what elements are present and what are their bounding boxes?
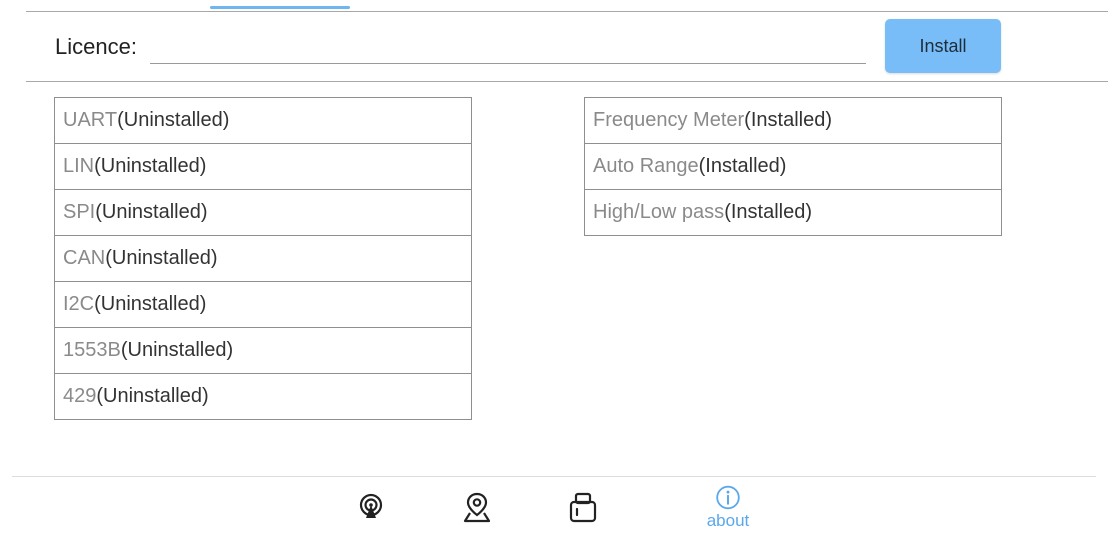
wifi-signal-icon [359,493,383,518]
module-name: SPI [63,201,96,223]
module-status: (Uninstalled) [96,385,209,407]
nav-item-location[interactable] [447,484,507,530]
nav-item-about[interactable]: about [698,484,758,530]
module-row-frequency-meter[interactable]: Frequency Meter (Installed) [585,98,1001,144]
module-row-429[interactable]: 429 (Uninstalled) [55,374,471,419]
module-row-i2c[interactable]: I2C (Uninstalled) [55,282,471,328]
module-name: LIN [63,155,95,177]
install-button[interactable]: Install [885,19,1001,73]
module-name: 1553B [63,339,121,361]
location-pin-icon [463,492,491,523]
module-row-1553b[interactable]: 1553B (Uninstalled) [55,328,471,374]
module-status: (Uninstalled) [95,201,208,223]
licence-label: Licence: [55,34,137,59]
nav-item-signal[interactable] [341,484,401,530]
info-icon [716,485,740,510]
module-status: (Uninstalled) [94,155,207,177]
uninstalled-module-list: UART (Uninstalled) LIN (Uninstalled) SPI (U… [54,97,472,420]
module-status: (Uninstalled) [105,247,218,269]
module-row-uart[interactable]: UART (Uninstalled) [55,98,471,144]
top-divider [26,11,1108,12]
nav-item-device[interactable] [553,484,613,530]
device-icon [569,492,597,523]
module-status: (Uninstalled) [117,109,230,131]
module-status: (Uninstalled) [120,339,234,361]
nav-label-about: about [706,511,750,530]
module-name: UART [63,109,118,131]
module-row-high-low-pass[interactable]: High/Low pass (Installed) [585,190,1001,235]
module-name: High/Low pass [593,201,725,223]
header-divider [26,81,1108,82]
module-name: Auto Range [593,155,699,177]
installed-module-list: Frequency Meter (Installed) Auto Range (In… [584,97,1002,236]
module-status: (Installed) [698,155,787,177]
module-row-auto-range[interactable]: Auto Range (Installed) [585,144,1001,190]
module-name: I2C [63,293,95,315]
module-status: (Installed) [724,201,812,223]
module-row-can[interactable]: CAN (Uninstalled) [55,236,471,282]
licence-input[interactable] [150,36,866,64]
module-status: (Uninstalled) [94,293,207,315]
bottom-nav-divider [12,476,1096,477]
module-name: Frequency Meter [593,109,745,131]
module-status: (Installed) [744,109,832,131]
module-name: CAN [63,247,106,269]
module-row-lin[interactable]: LIN (Uninstalled) [55,144,471,190]
top-tab-indicator [210,6,350,9]
module-row-spi[interactable]: SPI (Uninstalled) [55,190,471,236]
module-name: 429 [63,385,97,407]
